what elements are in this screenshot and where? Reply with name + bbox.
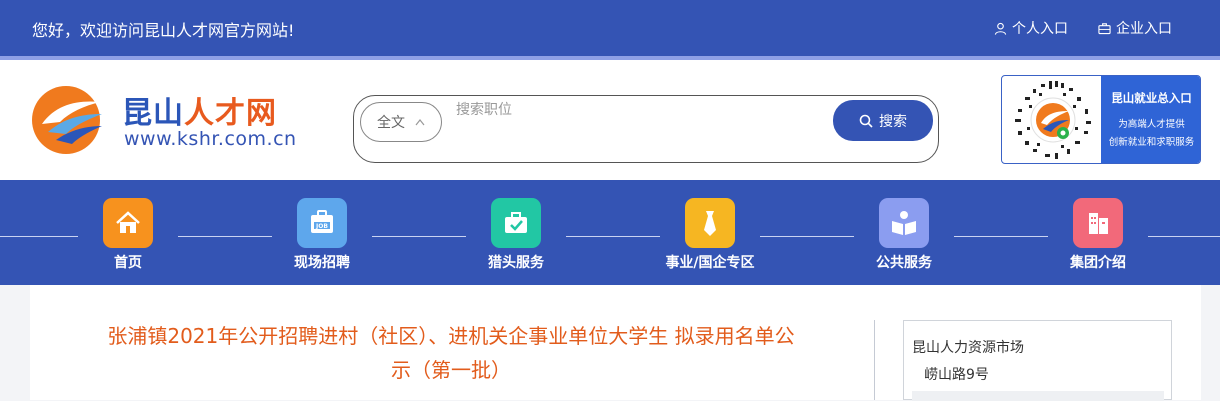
logo-domain: www.kshr.com.cn [124, 128, 297, 150]
entry-links: 个人入口 企业入口 [994, 18, 1172, 38]
nav-item-onsite-recruitment[interactable]: JOB 现场招聘 [262, 198, 382, 272]
content-area: 张浦镇2021年公开招聘进村（社区）、进机关企事业单位大学生 拟录用名单公 示（… [30, 285, 1201, 401]
nav-divider [954, 236, 1048, 237]
svg-text:JOB: JOB [315, 223, 328, 230]
nav-label: 现场招聘 [294, 255, 350, 271]
personal-entry-label: 个人入口 [1012, 21, 1068, 37]
article-title-line2: 示（第一批） [391, 358, 511, 382]
mini-program-qr-icon [1011, 79, 1095, 162]
top-bar: 您好，欢迎访问昆山人才网官方网站! 个人入口 企业入口 [0, 0, 1220, 56]
site-logo[interactable]: 昆山人才网 www.kshr.com.cn [30, 84, 300, 158]
portal-title: 昆山就业总入口 [1111, 91, 1192, 105]
company-entry-label: 企业入口 [1116, 21, 1172, 37]
nav-item-public-institutions[interactable]: 事业/国企专区 [650, 198, 770, 272]
article-title[interactable]: 张浦镇2021年公开招聘进村（社区）、进机关企事业单位大学生 拟录用名单公 示（… [68, 319, 834, 387]
chevron-up-icon [415, 119, 425, 126]
main-nav: 首页 JOB 现场招聘 猎头服务 事业/国企专区 公共服务 集团介绍 [0, 180, 1220, 285]
nav-item-group-intro[interactable]: 集团介绍 [1038, 198, 1158, 272]
search-button-label: 搜索 [879, 113, 907, 130]
nav-item-public-service[interactable]: 公共服务 [844, 198, 964, 272]
portal-line1: 为高端人才提供 [1118, 119, 1185, 130]
nav-divider [566, 236, 660, 237]
nav-divider [0, 236, 78, 237]
content-divider [874, 320, 875, 400]
search-box: 全文 搜索 [353, 95, 939, 163]
nav-label: 公共服务 [876, 255, 932, 271]
employment-portal-card[interactable]: 昆山就业总入口 为高端人才提供 创新就业和求职服务 [1001, 75, 1201, 164]
search-input[interactable] [456, 99, 826, 121]
portal-banner: 昆山就业总入口 为高端人才提供 创新就业和求职服务 [1101, 76, 1200, 163]
header: 昆山人才网 www.kshr.com.cn 全文 搜索职位 搜索 昆山就业总入口… [0, 60, 1220, 180]
search-scope-label: 全文 [377, 115, 405, 131]
nav-item-home[interactable]: 首页 [68, 198, 188, 272]
market-info-card: 昆山人力资源市场 崂山路9号 [903, 320, 1172, 401]
tie-icon [685, 198, 735, 248]
briefcase-icon [1098, 22, 1111, 34]
personal-entry-link[interactable]: 个人入口 [994, 18, 1068, 38]
nav-label: 集团介绍 [1070, 255, 1126, 271]
nav-label: 事业/国企专区 [665, 255, 755, 271]
portal-line2: 创新就业和求职服务 [1108, 137, 1195, 148]
building-icon [1073, 198, 1123, 248]
market-name: 昆山人力资源市场 [912, 340, 1024, 356]
nav-divider [1148, 236, 1220, 237]
nav-label: 猎头服务 [488, 255, 544, 271]
nav-divider [178, 236, 272, 237]
nav-item-headhunting[interactable]: 猎头服务 [456, 198, 576, 272]
job-icon: JOB [297, 198, 347, 248]
article-title-line1: 张浦镇2021年公开招聘进村（社区）、进机关企事业单位大学生 拟录用名单公 [107, 324, 795, 348]
nav-divider [760, 236, 854, 237]
user-icon [994, 22, 1007, 35]
company-entry-link[interactable]: 企业入口 [1098, 18, 1172, 38]
logo-chinese-name: 昆山人才网 [122, 96, 277, 131]
briefcase-check-icon [491, 198, 541, 248]
logo-mark-icon [32, 86, 102, 154]
nav-label: 首页 [114, 255, 142, 271]
search-icon [859, 114, 873, 128]
home-icon [103, 198, 153, 248]
search-button[interactable]: 搜索 [833, 100, 933, 141]
welcome-text: 您好，欢迎访问昆山人才网官方网站! [32, 21, 295, 40]
search-scope-select[interactable]: 全文 [360, 102, 442, 142]
nav-divider [372, 236, 466, 237]
market-address: 崂山路9号 [924, 367, 989, 383]
book-icon [879, 198, 929, 248]
